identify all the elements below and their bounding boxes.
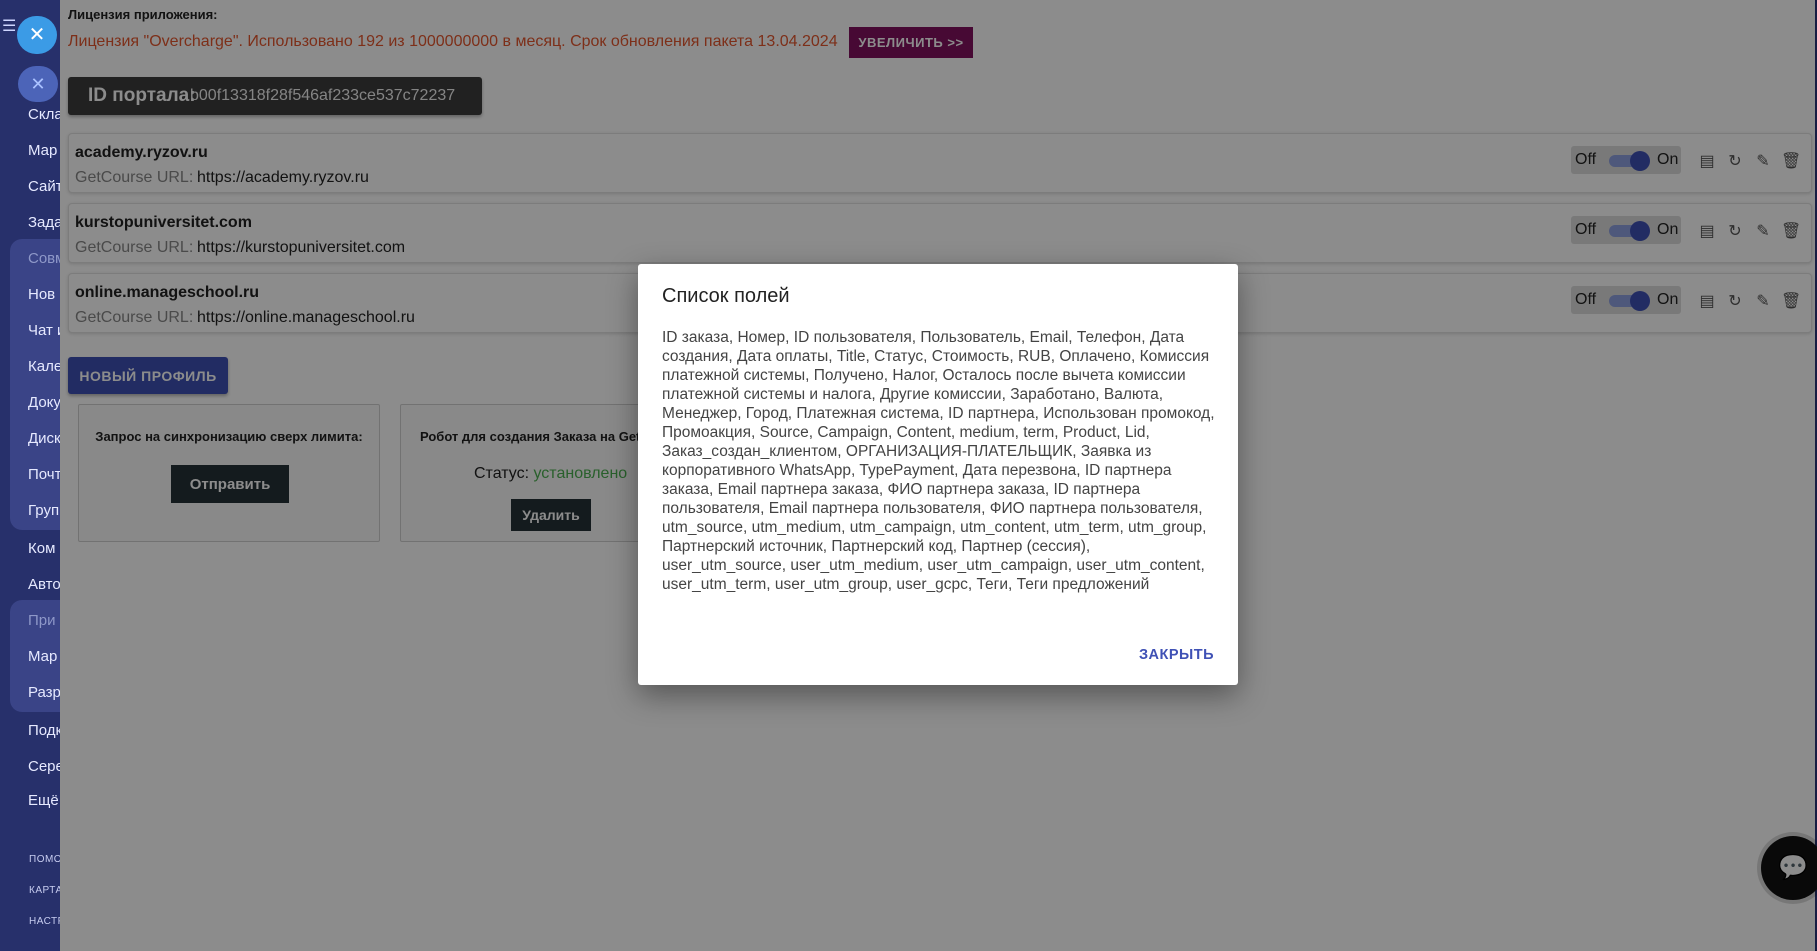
sidebar-map-link[interactable]: КАРТА [29, 885, 60, 896]
sidebar-item[interactable]: Чат и [28, 322, 60, 339]
sidebar-settings-link[interactable]: НАСТР [29, 916, 60, 927]
sidebar-item[interactable]: Сайт [28, 178, 60, 195]
sidebar-group-title: При [28, 612, 56, 629]
sidebar-item[interactable]: Доку [28, 394, 60, 411]
sidebar-item[interactable]: Подк [28, 722, 60, 739]
sidebar-item[interactable]: Почт [28, 466, 60, 483]
dialog-close-button[interactable]: ЗАКРЫТЬ [1131, 641, 1222, 669]
dialog-fields-text: ID заказа, Номер, ID пользователя, Польз… [662, 329, 1215, 593]
sidebar-item[interactable]: Нов [28, 286, 55, 303]
dialog-title: Список полей [662, 285, 790, 307]
sidebar-item[interactable]: Груп [28, 502, 59, 519]
sidebar-item[interactable]: Разр [28, 684, 60, 701]
fields-list-dialog: Список полей ID заказа, Номер, ID пользо… [638, 264, 1238, 685]
close-icon: ✕ [28, 24, 46, 46]
sidebar-item[interactable]: Ещё [28, 792, 59, 809]
left-sidebar: ☰ ✕ ✕ Скла Мар Сайт Зада Совм Нов Чат и … [0, 0, 60, 951]
sidebar-item[interactable]: Диск [28, 430, 60, 447]
sidebar-item[interactable]: Авто [28, 576, 60, 593]
sidebar-item[interactable]: Кале [28, 358, 60, 375]
sidebar-group-title: Совм [28, 250, 60, 267]
sidebar-item[interactable]: Скла [28, 106, 60, 123]
sidebar-item[interactable]: Мар [28, 648, 57, 665]
sidebar-item[interactable]: Сере [28, 758, 60, 775]
sidebar-item[interactable]: Ком [28, 540, 55, 557]
sidebar-group-collab [10, 239, 60, 530]
close-icon: ✕ [30, 74, 46, 94]
sidebar-item[interactable]: Зада [28, 214, 60, 231]
sidebar-help-link[interactable]: ПОМО [29, 854, 60, 865]
close-inner-slider-button[interactable]: ✕ [18, 66, 58, 102]
menu-burger-icon[interactable]: ☰ [2, 19, 18, 35]
close-slider-button[interactable]: ✕ [17, 16, 57, 54]
sidebar-item[interactable]: Мар [28, 142, 57, 159]
